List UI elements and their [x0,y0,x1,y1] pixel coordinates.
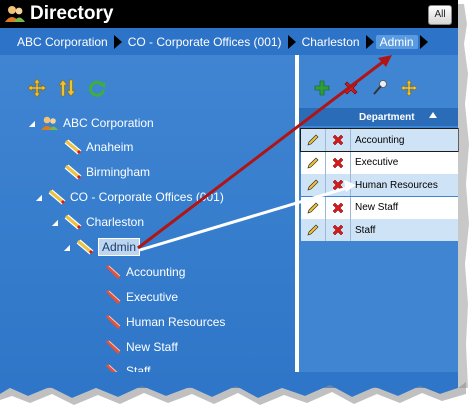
tree-toolbar [27,78,107,98]
delete-icon[interactable] [326,129,351,151]
move-icon[interactable] [399,78,419,98]
breadcrumb-item-admin[interactable]: Admin [375,34,418,49]
location-icon [64,139,86,155]
page-title: Directory [30,3,114,24]
tree-node-label: Anaheim [86,140,134,154]
users-icon [5,6,25,22]
tree-node[interactable]: Anaheim [50,137,133,157]
location-icon [48,189,70,205]
breadcrumb-item-corporate-offices[interactable]: CO - Corporate Offices (001) [124,35,286,49]
department-column-header[interactable]: Department [359,112,415,123]
title-bar: Directory All [0,0,458,28]
tree-node[interactable]: ◢ Charleston [50,212,144,232]
department-name-cell: Staff [355,224,376,236]
collapse-arrow-icon[interactable]: ◢ [34,193,44,202]
expand-collapse-icon[interactable] [27,78,47,98]
add-icon[interactable] [312,78,332,98]
delete-icon[interactable] [326,151,351,174]
users-icon [41,115,63,131]
department-icon [104,314,126,330]
department-name-cell: Executive [355,157,399,168]
department-name-cell: New Staff [355,202,399,213]
breadcrumb-separator-icon [287,34,296,49]
tree-node[interactable]: Executive [90,287,178,307]
tree-node-label: Birmingham [86,165,151,179]
tree-node[interactable]: ◢ Admin [62,237,141,257]
directory-window: Directory All ABC Corporation CO - Corpo… [0,0,459,388]
all-button[interactable]: All [428,5,452,25]
edit-pencil-icon[interactable] [301,129,326,151]
breadcrumb-separator-icon [365,34,374,49]
tree-node-label: CO - Corporate Offices (001) [70,190,224,204]
breadcrumb-item-charleston[interactable]: Charleston [298,35,364,49]
location-icon [64,214,86,230]
department-icon [104,339,126,355]
table-row[interactable]: New Staff [301,196,458,219]
breadcrumb-separator-icon [113,34,122,49]
breadcrumb: ABC Corporation CO - Corporate Offices (… [0,28,458,55]
sort-icon[interactable] [57,78,77,98]
pin-icon[interactable] [370,78,390,98]
department-icon [104,264,126,280]
tree-node-label: Charleston [86,215,145,229]
refresh-icon[interactable] [87,78,107,98]
tree-node[interactable]: New Staff [90,337,178,357]
sort-ascending-icon [429,112,437,118]
tree-node[interactable]: ◢ CO - Corporate Offices (001) [34,187,224,207]
edit-pencil-icon[interactable] [301,174,326,196]
tree-node-label: ABC Corporation [63,116,154,130]
page-shadow [458,4,469,388]
tree-node[interactable]: Human Resources [90,312,225,332]
location-icon [76,239,98,255]
table-row[interactable]: Staff [301,219,458,241]
table-row[interactable]: Human Resources [301,174,458,196]
tree-node-label: New Staff [126,340,178,354]
tree-node[interactable]: Accounting [90,262,185,282]
edit-pencil-icon[interactable] [301,219,326,241]
tree-node-label: Accounting [126,265,186,279]
collapse-arrow-icon[interactable]: ◢ [27,119,37,128]
table-row[interactable]: Executive [301,151,458,174]
torn-edge [0,372,466,405]
tree-node[interactable]: Birmingham [50,162,150,182]
tree-node[interactable]: ◢ ABC Corporation [27,113,154,133]
department-icon [104,289,126,305]
tree-node-label: Admin [98,238,141,256]
delete-icon[interactable] [326,196,351,219]
collapse-arrow-icon[interactable]: ◢ [50,218,60,227]
department-name-cell: Human Resources [355,179,438,191]
breadcrumb-separator-icon [419,34,428,49]
delete-icon[interactable] [341,78,361,98]
breadcrumb-item-abc-corporation[interactable]: ABC Corporation [0,35,112,49]
delete-icon[interactable] [326,174,351,196]
tree-node-label: Executive [126,290,179,304]
department-name-cell: Accounting [355,134,405,146]
tree-node-label: Human Resources [126,315,226,329]
grid-toolbar [312,78,419,98]
grid-header: Department [299,108,458,126]
edit-pencil-icon[interactable] [301,196,326,219]
edit-pencil-icon[interactable] [301,151,326,174]
location-icon [64,164,86,180]
table-row[interactable]: Accounting [300,128,459,152]
delete-icon[interactable] [326,219,351,241]
collapse-arrow-icon[interactable]: ◢ [62,243,72,252]
